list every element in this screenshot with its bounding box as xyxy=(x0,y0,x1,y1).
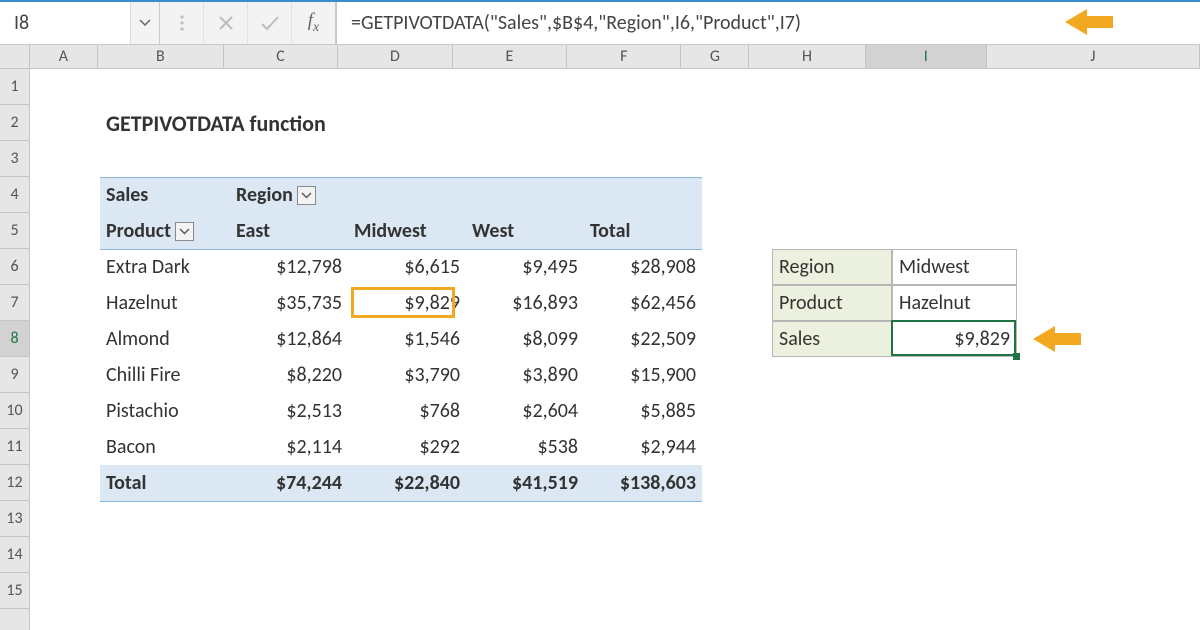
name-box-dropdown[interactable] xyxy=(131,19,159,27)
column-headers: ABCDEFGHIJ xyxy=(30,45,1200,69)
pivot-value: $1,546 xyxy=(348,321,466,357)
column-header[interactable]: E xyxy=(453,45,567,68)
pivot-value: $538 xyxy=(466,429,584,465)
column-header[interactable]: B xyxy=(98,45,224,68)
pivot-value: $15,900 xyxy=(584,357,702,393)
pivot-value: $22,509 xyxy=(584,321,702,357)
lookup-product-value[interactable]: Hazelnut xyxy=(892,285,1017,321)
lookup-product-label: Product xyxy=(772,285,892,321)
pivot-col-header: Midwest xyxy=(348,213,466,249)
pivot-row-label: Pistachio xyxy=(100,393,230,429)
lookup-sales-value[interactable]: $9,829 xyxy=(892,321,1017,357)
formula-bar-menu-icon[interactable] xyxy=(160,2,204,44)
pivot-col-header: East xyxy=(230,213,348,249)
pivot-row-label: Bacon xyxy=(100,429,230,465)
cells-area[interactable]: GETPIVOTDATA function Sales Region Produ… xyxy=(30,69,1200,630)
row-header[interactable]: 6 xyxy=(0,249,29,285)
row-header[interactable]: 1 xyxy=(0,69,29,105)
pivot-region-label: Region xyxy=(230,177,348,213)
pivot-value: $2,513 xyxy=(230,393,348,429)
row-header[interactable]: 14 xyxy=(0,537,29,573)
column-header[interactable]: F xyxy=(567,45,681,68)
formula-input[interactable]: =GETPIVOTDATA("Sales",$B$4,"Region",I6,"… xyxy=(336,2,1200,44)
cancel-icon[interactable] xyxy=(204,2,248,44)
lookup-sales-label: Sales xyxy=(772,321,892,357)
pivot-value: $9,829 xyxy=(348,285,466,321)
pivot-value: $2,944 xyxy=(584,429,702,465)
pivot-value: $8,220 xyxy=(230,357,348,393)
pivot-sales-label: Sales xyxy=(100,177,230,213)
pivot-total-value: $41,519 xyxy=(466,465,584,501)
pivot-value: $28,908 xyxy=(584,249,702,285)
lookup-region-value[interactable]: Midwest xyxy=(892,249,1017,285)
name-box-wrap: I8 xyxy=(0,2,160,44)
pivot-value: $12,864 xyxy=(230,321,348,357)
pivot-total-value: $74,244 xyxy=(230,465,348,501)
pivot-total-value: $138,603 xyxy=(584,465,702,501)
pivot-row-label: Extra Dark xyxy=(100,249,230,285)
column-header[interactable]: I xyxy=(866,45,987,68)
pivot-row-label: Chilli Fire xyxy=(100,357,230,393)
pivot-region-label-text: Region xyxy=(236,183,293,207)
pivot-value: $62,456 xyxy=(584,285,702,321)
row-header[interactable]: 2 xyxy=(0,105,29,141)
row-header[interactable]: 15 xyxy=(0,573,29,609)
pivot-value: $2,114 xyxy=(230,429,348,465)
column-header[interactable]: J xyxy=(987,45,1200,68)
row-header[interactable]: 3 xyxy=(0,141,29,177)
pivot-value: $5,885 xyxy=(584,393,702,429)
pivot-row-label: Hazelnut xyxy=(100,285,230,321)
row-header[interactable]: 4 xyxy=(0,177,29,213)
row-header[interactable]: 9 xyxy=(0,357,29,393)
fx-icon[interactable]: fx xyxy=(292,2,336,44)
row-header[interactable]: 13 xyxy=(0,501,29,537)
column-header[interactable]: A xyxy=(30,45,98,68)
pivot-value: $3,890 xyxy=(466,357,584,393)
pivot-total-label: Total xyxy=(100,465,230,501)
pivot-value: $9,495 xyxy=(466,249,584,285)
pivot-value: $6,615 xyxy=(348,249,466,285)
lookup-region-label: Region xyxy=(772,249,892,285)
pivot-value: $3,790 xyxy=(348,357,466,393)
row-header[interactable]: 5 xyxy=(0,213,29,249)
page-title: GETPIVOTDATA function xyxy=(100,105,702,141)
name-box[interactable]: I8 xyxy=(0,2,131,44)
formula-bar: I8 fx =GETPIVOTDATA("Sales",$B$4,"Region… xyxy=(0,0,1200,45)
row-headers: 123456789101112131415 xyxy=(0,69,30,630)
row-header[interactable]: 10 xyxy=(0,393,29,429)
column-header[interactable]: D xyxy=(338,45,452,68)
filter-dropdown-icon[interactable] xyxy=(297,186,316,205)
pivot-row-label: Almond xyxy=(100,321,230,357)
pivot-value: $35,735 xyxy=(230,285,348,321)
pivot-product-label: Product xyxy=(100,213,230,249)
pivot-value: $768 xyxy=(348,393,466,429)
row-header[interactable]: 12 xyxy=(0,465,29,501)
pivot-total-value: $22,840 xyxy=(348,465,466,501)
pivot-col-header: Total xyxy=(584,213,702,249)
column-header[interactable]: C xyxy=(224,45,338,68)
pivot-product-label-text: Product xyxy=(106,219,171,243)
row-header[interactable]: 7 xyxy=(0,285,29,321)
pivot-value: $12,798 xyxy=(230,249,348,285)
column-header[interactable]: H xyxy=(749,45,865,68)
worksheet: ABCDEFGHIJ 123456789101112131415 GETPIVO… xyxy=(0,45,1200,630)
filter-dropdown-icon[interactable] xyxy=(175,222,194,241)
row-header[interactable]: 11 xyxy=(0,429,29,465)
row-header[interactable]: 8 xyxy=(0,321,29,357)
pivot-border xyxy=(100,501,702,502)
column-header[interactable]: G xyxy=(681,45,749,68)
pivot-value: $292 xyxy=(348,429,466,465)
pivot-col-header: West xyxy=(466,213,584,249)
pivot-value: $16,893 xyxy=(466,285,584,321)
enter-icon[interactable] xyxy=(248,2,292,44)
pivot-value: $2,604 xyxy=(466,393,584,429)
pivot-value: $8,099 xyxy=(466,321,584,357)
select-all-corner[interactable] xyxy=(0,45,30,69)
